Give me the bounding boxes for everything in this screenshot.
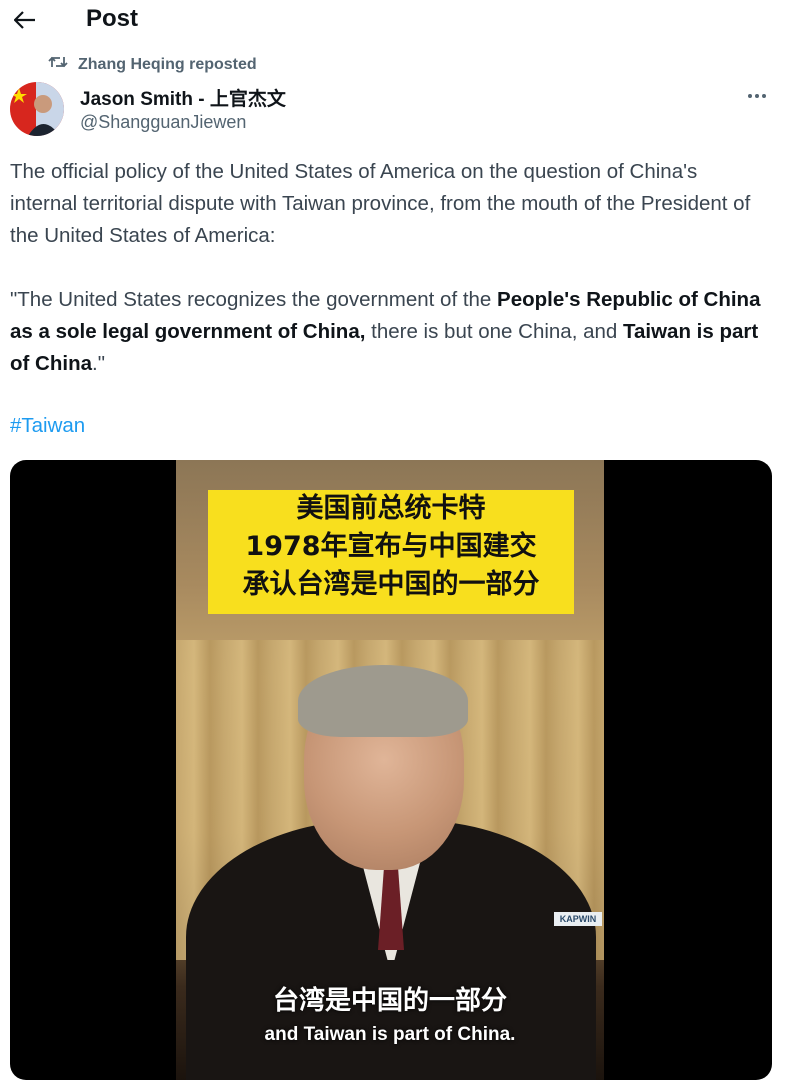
repost-icon [48,54,68,75]
channel-logo: KAPWIN [554,912,602,926]
tweet-text: The official policy of the United States… [10,156,770,380]
video-frame[interactable]: 美国前总统卡特 1978年宣布与中国建交 承认台湾是中国的一部分 KAPWIN … [176,460,604,1080]
banner-line: 1978年宣布与中国建交 [245,531,537,562]
tweet-paragraph: The official policy of the United States… [10,160,751,247]
more-options-icon[interactable] [742,86,772,106]
repost-label[interactable]: Zhang Heqing reposted [78,56,257,74]
hashtag-link[interactable]: #Taiwan [10,414,85,438]
top-bar: Post [0,0,800,42]
subtitle-chinese: 台湾是中国的一部分 [272,986,507,1016]
back-arrow-icon[interactable] [10,5,40,35]
author-handle[interactable]: @ShangguanJiewen [80,112,246,133]
tweet-quote: "The United States recognizes the govern… [10,288,761,375]
author-name[interactable]: Jason Smith - 上官杰文 [80,84,286,111]
speaker-hair [298,665,468,737]
video-player[interactable]: 美国前总统卡特 1978年宣布与中国建交 承认台湾是中国的一部分 KAPWIN … [10,460,772,1080]
banner-line: 承认台湾是中国的一部分 [242,569,540,600]
page-title: Post [86,5,139,32]
banner-line: 美国前总统卡特 [296,493,486,524]
subtitle-english: and Taiwan is part of China. [264,1024,516,1045]
repost-indicator: Zhang Heqing reposted [48,54,257,75]
avatar[interactable] [10,82,64,136]
video-title-banner: 美国前总统卡特 1978年宣布与中国建交 承认台湾是中国的一部分 [208,490,574,614]
